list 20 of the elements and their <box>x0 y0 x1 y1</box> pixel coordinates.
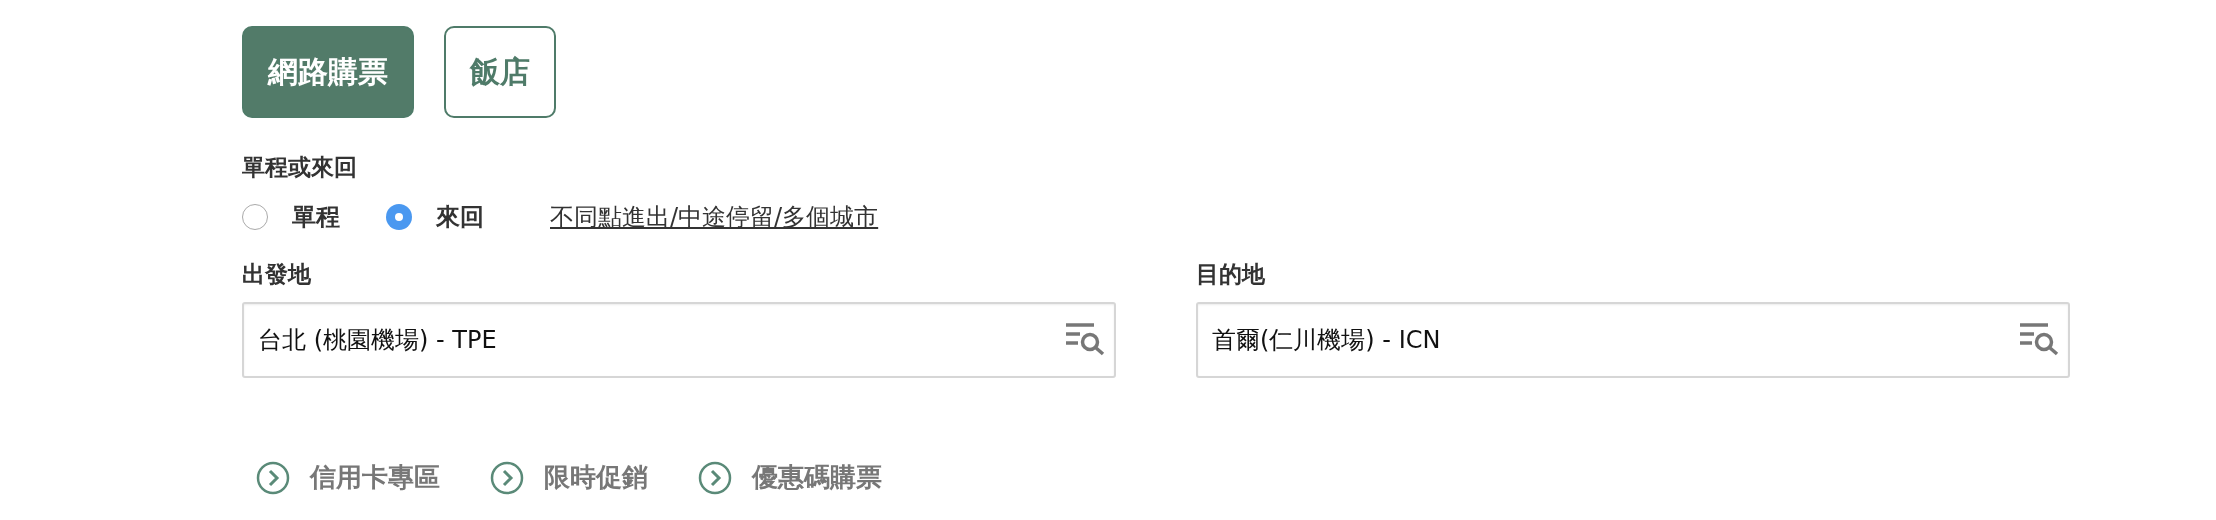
airport-field[interactable]: 首爾(仁川機場) - ICN <box>1196 302 2070 378</box>
multi-city-link[interactable]: 不同點進出/中途停留/多個城市 <box>550 201 879 233</box>
radio-button[interactable] <box>386 204 412 230</box>
promo-link[interactable]: 信用卡專區 <box>256 460 440 495</box>
airport-field[interactable]: 台北 (桃園機場) - TPE <box>242 302 1116 378</box>
field-label: 出發地 <box>242 260 312 289</box>
search-icon[interactable] <box>2020 322 2060 356</box>
promo-link[interactable]: 優惠碼購票 <box>698 460 882 495</box>
radio-button[interactable] <box>242 204 268 230</box>
radio-label: 單程 <box>292 202 340 233</box>
trip-type-label: 單程或來回 <box>242 153 358 182</box>
tab[interactable]: 網路購票 <box>242 26 414 118</box>
search-icon[interactable] <box>1066 322 1106 356</box>
promo-link[interactable]: 限時促銷 <box>490 460 648 495</box>
chevron-circle-icon <box>256 460 290 495</box>
radio-label: 來回 <box>436 202 484 233</box>
field-label: 目的地 <box>1196 260 1266 289</box>
tab[interactable]: 飯店 <box>444 26 556 118</box>
chevron-circle-icon <box>698 460 732 495</box>
chevron-circle-icon <box>490 460 524 495</box>
